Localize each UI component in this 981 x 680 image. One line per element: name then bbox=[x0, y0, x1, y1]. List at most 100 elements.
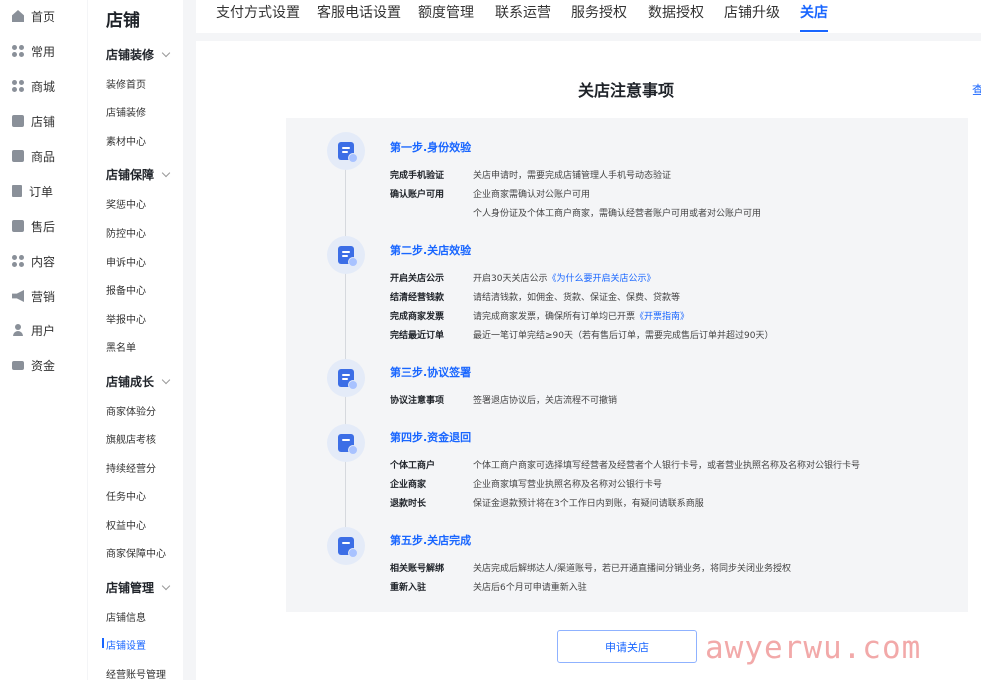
tab-close-shop[interactable]: 关店 bbox=[800, 2, 828, 32]
nav-label: 订单 bbox=[29, 184, 54, 199]
row-text: 个人身份证及个体工商户商家，需确认经营者账户可用或者对公账户可用 bbox=[473, 209, 762, 219]
sidebar-item[interactable]: 商家体验分 bbox=[106, 403, 156, 418]
nav-item-home[interactable]: 首页 bbox=[12, 6, 55, 26]
nav-label: 售后 bbox=[31, 219, 56, 234]
tab-quota[interactable]: 额度管理 bbox=[418, 2, 474, 32]
sidebar-item[interactable]: 持续经营分 bbox=[106, 460, 156, 475]
sidebar-item[interactable]: 报备中心 bbox=[106, 282, 146, 297]
tab-service-phone[interactable]: 客服电话设置 bbox=[317, 2, 401, 32]
row-label: 完成商家发票 bbox=[390, 312, 445, 322]
row-text-main: 请完成商家发票，确保所有订单均已开票 bbox=[473, 312, 636, 322]
row-label: 完结最近订单 bbox=[390, 331, 445, 341]
tab-payment[interactable]: 支付方式设置 bbox=[216, 2, 300, 32]
row-label: 确认账户可用 bbox=[390, 190, 445, 200]
row-text: 开启30天关店公示《为什么要开启关店公示》 bbox=[473, 271, 655, 284]
sidebar-group-growth[interactable]: 店铺成长 bbox=[106, 373, 171, 390]
contract-sign-icon bbox=[327, 359, 365, 397]
nav-label: 店铺 bbox=[31, 114, 56, 129]
side-link[interactable]: 查 bbox=[972, 81, 981, 98]
tab-service-auth[interactable]: 服务授权 bbox=[571, 2, 627, 32]
row-label: 完成手机验证 bbox=[390, 171, 445, 181]
group-label: 店铺保障 bbox=[106, 168, 155, 182]
sidebar-item[interactable]: 防控中心 bbox=[106, 225, 146, 240]
row-text: 关店完成后解绑达人/渠道账号，若已开通直播间分销业务，将同步关闭业务授权 bbox=[473, 564, 792, 574]
tab-contact-ops[interactable]: 联系运营 bbox=[495, 2, 551, 32]
row-text: 请完成商家发票，确保所有订单均已开票《开票指南》 bbox=[473, 309, 689, 322]
sidebar-item[interactable]: 任务中心 bbox=[106, 488, 146, 503]
row-label: 开启关店公示 bbox=[390, 274, 445, 284]
nav-item-product[interactable]: 商品 bbox=[12, 146, 55, 166]
sidebar-item[interactable]: 素材中心 bbox=[106, 133, 146, 148]
step-title: 第一步.身份效验 bbox=[390, 141, 472, 154]
closure-notice-link[interactable]: 《为什么要开启关店公示》 bbox=[547, 274, 655, 284]
row-text: 签署退店协议后，关店流程不可撤销 bbox=[473, 396, 618, 406]
apps-icon bbox=[12, 255, 24, 267]
sidebar-item[interactable]: 权益中心 bbox=[106, 517, 146, 532]
nav-item-common[interactable]: 常用 bbox=[12, 41, 55, 61]
sidebar-group-guarantee[interactable]: 店铺保障 bbox=[106, 166, 171, 183]
home-icon bbox=[12, 10, 24, 22]
row-text: 企业商家填写营业执照名称及名称对公银行卡号 bbox=[473, 480, 663, 490]
sidebar-item[interactable]: 旗舰店考核 bbox=[106, 431, 156, 446]
step-title: 第三步.协议签署 bbox=[390, 366, 472, 379]
invoice-guide-link[interactable]: 《开票指南》 bbox=[635, 312, 689, 322]
sidebar-group-management[interactable]: 店铺管理 bbox=[106, 579, 171, 596]
shop-icon bbox=[12, 115, 24, 127]
step-title: 第二步.关店效验 bbox=[390, 244, 472, 257]
sidebar-item[interactable]: 黑名单 bbox=[106, 339, 136, 354]
row-text-main: 开启30天关店公示 bbox=[473, 274, 548, 284]
shop-closed-icon bbox=[327, 527, 365, 565]
tab-bar: 支付方式设置 客服电话设置 额度管理 联系运营 服务授权 数据授权 店铺升级 关… bbox=[196, 0, 981, 33]
nav-item-shop[interactable]: 店铺 bbox=[12, 111, 55, 131]
nav-label: 商品 bbox=[31, 149, 56, 164]
nav-label: 常用 bbox=[31, 44, 56, 59]
chevron-down-icon bbox=[161, 48, 171, 57]
sidebar-item[interactable]: 装修首页 bbox=[106, 76, 146, 91]
row-label: 个体工商户 bbox=[390, 461, 436, 471]
steps-panel: 第一步.身份效验 完成手机验证 关店申请时，需要完成店铺管理人手机号动态验证 确… bbox=[286, 118, 968, 612]
group-label: 店铺成长 bbox=[106, 375, 155, 389]
nav-label: 资金 bbox=[31, 358, 56, 373]
apps-icon bbox=[12, 80, 24, 92]
nav-item-funds[interactable]: 资金 bbox=[12, 355, 55, 375]
wallet-icon bbox=[12, 360, 24, 370]
nav-item-marketing[interactable]: 营销 bbox=[12, 286, 55, 306]
sidebar-group-decoration[interactable]: 店铺装修 bbox=[106, 46, 171, 63]
row-label: 企业商家 bbox=[390, 480, 427, 490]
tab-data-auth[interactable]: 数据授权 bbox=[648, 2, 704, 32]
sidebar-item[interactable]: 奖惩中心 bbox=[106, 196, 146, 211]
sidebar-item[interactable]: 商家保障中心 bbox=[106, 545, 166, 560]
identity-icon bbox=[327, 132, 365, 170]
row-label: 结清经营钱款 bbox=[390, 293, 445, 303]
nav-label: 首页 bbox=[31, 9, 56, 24]
row-text: 关店后6个月可申请重新入驻 bbox=[473, 583, 587, 593]
nav-label: 内容 bbox=[31, 254, 56, 269]
apply-close-shop-button[interactable]: 申请关店 bbox=[557, 630, 697, 663]
sidebar-item[interactable]: 申诉中心 bbox=[106, 254, 146, 269]
sidebar-item[interactable]: 举报中心 bbox=[106, 311, 146, 326]
row-text: 请结清钱款，如佣金、货款、保证金、保费、贷款等 bbox=[473, 293, 681, 303]
group-label: 店铺装修 bbox=[106, 48, 155, 62]
aftersale-icon bbox=[12, 220, 24, 232]
chevron-down-icon bbox=[161, 168, 171, 177]
secondary-sidebar: 店铺 店铺装修 装修首页 店铺装修 素材中心 店铺保障 奖惩中心 防控中心 申诉… bbox=[88, 0, 183, 680]
order-icon bbox=[12, 185, 22, 197]
nav-item-user[interactable]: 用户 bbox=[12, 320, 55, 340]
row-text: 关店申请时，需要完成店铺管理人手机号动态验证 bbox=[473, 171, 672, 181]
user-icon bbox=[12, 324, 24, 336]
nav-label: 营销 bbox=[31, 289, 56, 304]
row-text: 个体工商户商家可选择填写经营者及经营者个人银行卡号，或者营业执照名称及名称对公银… bbox=[473, 461, 861, 471]
sidebar-item[interactable]: 店铺装修 bbox=[106, 104, 146, 119]
apps-icon bbox=[12, 45, 24, 57]
nav-item-order[interactable]: 订单 bbox=[12, 181, 53, 201]
sidebar-item-active[interactable]: 店铺设置 bbox=[102, 637, 146, 652]
sidebar-item[interactable]: 店铺信息 bbox=[106, 609, 146, 624]
nav-item-aftersale[interactable]: 售后 bbox=[12, 216, 55, 236]
row-label: 协议注意事项 bbox=[390, 396, 445, 406]
sidebar-item[interactable]: 经营账号管理 bbox=[106, 666, 166, 680]
nav-item-content[interactable]: 内容 bbox=[12, 251, 55, 271]
tab-shop-upgrade[interactable]: 店铺升级 bbox=[724, 2, 780, 32]
step-title: 第五步.关店完成 bbox=[390, 534, 472, 547]
nav-item-mall[interactable]: 商城 bbox=[12, 76, 55, 96]
group-label: 店铺管理 bbox=[106, 581, 155, 595]
